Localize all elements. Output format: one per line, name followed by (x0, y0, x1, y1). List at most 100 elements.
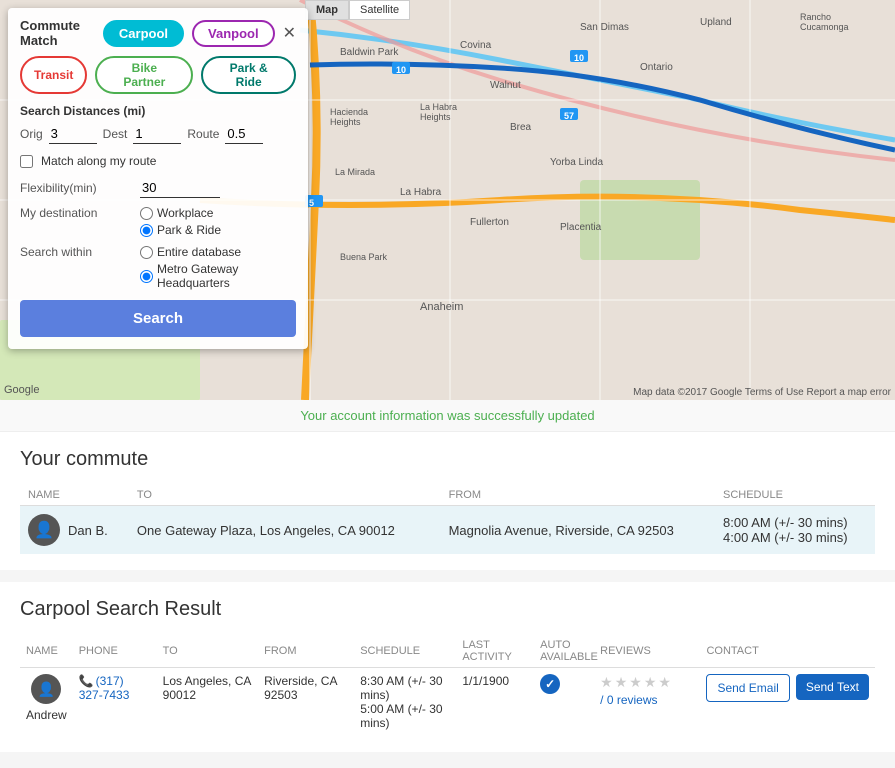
my-destination-options: Workplace Park & Ride (140, 206, 221, 237)
result-table: NAME PHONE TO FROM SCHEDULE LAST ACTIVIT… (20, 635, 875, 736)
destination-workplace-label: Workplace (157, 206, 213, 220)
result-col-reviews: REVIEWS (594, 635, 700, 668)
match-route-checkbox[interactable] (20, 155, 33, 168)
svg-text:Rancho: Rancho (800, 12, 831, 22)
flexibility-label: Flexibility(min) (20, 181, 140, 195)
carpool-button[interactable]: Carpool (103, 20, 184, 47)
search-entire-database-label: Entire database (157, 245, 241, 259)
park-ride-button[interactable]: Park & Ride (201, 56, 296, 94)
result-last-activity: 1/1/1900 (456, 668, 534, 737)
col-to: TO (129, 485, 441, 506)
my-destination-label: My destination (20, 206, 140, 237)
distances-label: Search Distances (mi) (20, 104, 296, 118)
map-tab-satellite[interactable]: Satellite (349, 0, 410, 20)
panel-title: Commute Match (20, 18, 91, 48)
auto-available-checkmark: ✓ (540, 674, 560, 694)
col-schedule: SCHEDULE (715, 485, 875, 506)
route-label: Route (187, 127, 219, 141)
result-col-auto: AUTO AVAILABLE (534, 635, 594, 668)
route-input[interactable] (225, 124, 263, 144)
svg-text:10: 10 (574, 53, 584, 63)
search-metro-radio[interactable] (140, 270, 153, 283)
svg-text:Heights: Heights (420, 112, 451, 122)
svg-text:5: 5 (309, 198, 314, 208)
phone-link[interactable]: 📞(317) 327-7433 (79, 674, 130, 702)
map-tabs: Map Satellite (305, 0, 410, 20)
svg-text:57: 57 (564, 111, 574, 121)
svg-text:Heights: Heights (330, 117, 361, 127)
your-commute-title: Your commute (20, 448, 875, 471)
result-col-name: NAME (20, 635, 73, 668)
map-section: Baldwin Park Covina San Dimas Upland Ran… (0, 0, 895, 400)
destination-workplace-radio[interactable] (140, 207, 153, 220)
dest-input[interactable] (133, 124, 181, 144)
destination-parkride-label: Park & Ride (157, 223, 221, 237)
avatar: 👤 (28, 514, 60, 546)
commute-schedule: 8:00 AM (+/- 30 mins) 4:00 AM (+/- 30 mi… (715, 506, 875, 555)
svg-text:Hacienda: Hacienda (330, 107, 368, 117)
star-4: ★ (644, 674, 657, 691)
carpool-result-section: Carpool Search Result NAME PHONE TO FROM… (0, 582, 895, 752)
svg-text:Covina: Covina (460, 40, 492, 51)
pin-button[interactable]: ✕ (283, 23, 296, 43)
result-to: Los Angeles, CA 90012 (157, 668, 258, 737)
svg-text:Ontario: Ontario (640, 62, 673, 73)
result-col-contact: CONTACT (700, 635, 875, 668)
result-col-phone: PHONE (73, 635, 157, 668)
svg-text:La Habra: La Habra (420, 102, 457, 112)
svg-text:Cucamonga: Cucamonga (800, 22, 849, 32)
col-name: NAME (20, 485, 129, 506)
svg-text:San Dimas: San Dimas (580, 22, 629, 33)
success-message: Your account information was successfull… (300, 408, 594, 423)
svg-text:Upland: Upland (700, 17, 732, 28)
result-auto-available: ✓ (534, 668, 594, 737)
star-1: ★ (600, 674, 613, 691)
search-within-options: Entire database Metro Gateway Headquarte… (140, 245, 296, 290)
star-3: ★ (629, 674, 642, 691)
svg-text:Placentia: Placentia (560, 222, 602, 233)
send-text-button[interactable]: Send Text (796, 674, 869, 700)
dest-label: Dest (103, 127, 128, 141)
result-from: Riverside, CA 92503 (258, 668, 354, 737)
bike-partner-button[interactable]: Bike Partner (95, 56, 193, 94)
star-5: ★ (658, 674, 671, 691)
result-col-from: FROM (258, 635, 354, 668)
result-col-to: TO (157, 635, 258, 668)
reviews-link[interactable]: / 0 reviews (600, 693, 657, 707)
transit-button[interactable]: Transit (20, 56, 87, 94)
send-email-button[interactable]: Send Email (706, 674, 789, 702)
result-row: 👤 Andrew 📞(317) 327-7433 Los Angeles, CA… (20, 668, 875, 737)
phone-icon: 📞 (79, 674, 94, 688)
commute-to: One Gateway Plaza, Los Angeles, CA 90012 (129, 506, 441, 555)
avatar-icon: 👤 (34, 520, 54, 540)
google-logo: Google (4, 384, 39, 396)
star-2: ★ (615, 674, 628, 691)
svg-text:Yorba Linda: Yorba Linda (550, 157, 603, 168)
commute-name-cell: 👤 Dan B. (28, 514, 121, 546)
search-entire-database-radio[interactable] (140, 246, 153, 259)
success-bar: Your account information was successfull… (0, 400, 895, 432)
search-within-label: Search within (20, 245, 140, 290)
svg-text:10: 10 (396, 65, 406, 75)
flexibility-input[interactable] (140, 178, 220, 198)
svg-text:Anaheim: Anaheim (420, 301, 463, 313)
result-person-name: Andrew (26, 708, 67, 722)
vanpool-button[interactable]: Vanpool (192, 20, 275, 47)
map-attribution: Map data ©2017 Google Terms of Use Repor… (633, 387, 891, 398)
match-route-label: Match along my route (41, 154, 156, 168)
svg-text:Fullerton: Fullerton (470, 217, 509, 228)
commute-match-panel: Commute Match Carpool Vanpool ✕ Transit … (8, 8, 308, 349)
orig-label: Orig (20, 127, 43, 141)
svg-text:Buena Park: Buena Park (340, 252, 388, 262)
svg-text:La Mirada: La Mirada (335, 167, 375, 177)
destination-parkride-radio[interactable] (140, 224, 153, 237)
carpool-result-title: Carpool Search Result (20, 598, 875, 621)
commute-person-name: Dan B. (68, 523, 108, 538)
map-tab-map[interactable]: Map (305, 0, 349, 20)
search-button[interactable]: Search (20, 300, 296, 337)
commute-from: Magnolia Avenue, Riverside, CA 92503 (441, 506, 715, 555)
result-avatar-icon: 👤 (38, 681, 55, 698)
orig-input[interactable] (49, 124, 97, 144)
svg-text:Walnut: Walnut (490, 80, 521, 91)
your-commute-section: Your commute NAME TO FROM SCHEDULE 👤 Dan… (0, 432, 895, 570)
